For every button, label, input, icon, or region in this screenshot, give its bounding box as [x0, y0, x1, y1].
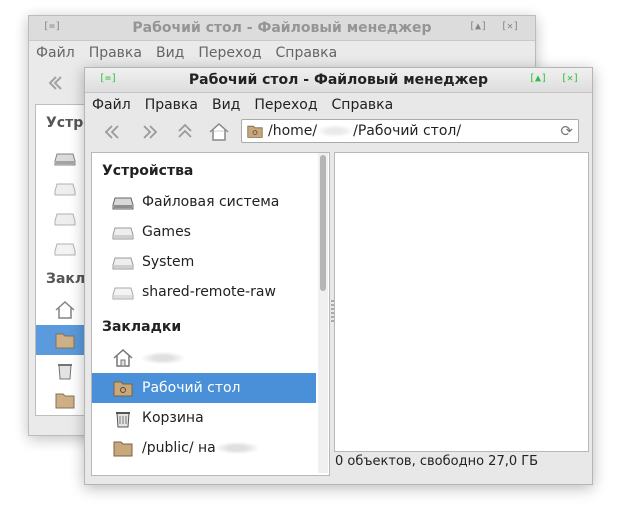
menu-help[interactable]: Справка: [269, 41, 345, 65]
menu-help[interactable]: Справка: [325, 93, 401, 117]
forward-button[interactable]: [135, 119, 163, 145]
menu-go[interactable]: Переход: [191, 41, 268, 65]
sidebar-item-label: /public/ на: [142, 433, 258, 463]
sidebar-item-trash[interactable]: Корзина: [92, 403, 316, 433]
back-arrow-icon: [104, 125, 119, 139]
close-button[interactable]: [✕]: [501, 20, 519, 34]
folder-icon: [55, 333, 75, 349]
drive-icon: [112, 287, 134, 300]
drive-icon: [54, 183, 76, 196]
sidebar-item-label: Файловая система: [142, 194, 280, 210]
folder-icon: [247, 125, 263, 138]
sidebar-item-label: System: [142, 254, 195, 270]
blurred-username: [142, 352, 184, 364]
window-title: Рабочий стол - Файловый менеджер: [188, 72, 489, 88]
menubar: Файл Правка Вид Переход Справка: [85, 93, 592, 117]
back-menubar: Файл Правка Вид Переход Справка: [29, 41, 535, 65]
folder-icon: [113, 381, 133, 397]
menu-edit[interactable]: Правка: [138, 93, 205, 117]
back-button[interactable]: [99, 119, 127, 145]
sidebar-item-games[interactable]: Games: [92, 217, 316, 247]
titlebar[interactable]: [=] Рабочий стол - Файловый менеджер [▲]…: [85, 68, 592, 93]
file-list-area[interactable]: [334, 152, 589, 452]
close-button[interactable]: [✕]: [561, 72, 579, 86]
file-manager-window[interactable]: [=] Рабочий стол - Файловый менеджер [▲]…: [84, 67, 593, 485]
folder-icon: [55, 393, 75, 409]
maximize-button[interactable]: [▲]: [469, 20, 487, 34]
scrollbar-thumb[interactable]: [320, 155, 326, 291]
sidebar-item-label: shared-remote-raw: [142, 284, 276, 300]
refresh-icon[interactable]: ⟳: [560, 122, 573, 140]
address-suffix: /Рабочий стол/: [353, 123, 462, 139]
drive-icon: [54, 153, 76, 166]
home-button[interactable]: [205, 119, 233, 145]
sidebar: Устройства Файловая система Games System…: [91, 152, 330, 476]
sidebar-item-desktop[interactable]: Рабочий стол: [92, 373, 316, 403]
sidebar-item-public[interactable]: /public/ на: [92, 433, 316, 463]
sidebar-item-label: Корзина: [142, 410, 204, 426]
sidebar-item-system[interactable]: System: [92, 247, 316, 277]
blurred-username: [317, 125, 354, 137]
trash-icon: [58, 364, 72, 380]
forward-arrow-icon: [143, 125, 158, 139]
back-window-title: Рабочий стол - Файловый менеджер: [132, 20, 432, 36]
sidebar-item-label: [142, 343, 184, 373]
toolbar: /home/ /Рабочий стол/ ⟳: [85, 118, 592, 148]
section-bookmarks-heading: Закладки: [102, 319, 182, 335]
sidebar-item-filesystem[interactable]: Файловая система: [92, 187, 316, 217]
address-bar[interactable]: /home/ /Рабочий стол/ ⟳: [241, 119, 579, 143]
trash-icon: [116, 412, 130, 428]
status-bar-text: 0 объектов, свободно 27,0 ГБ: [335, 454, 539, 469]
sidebar-item-label: Games: [142, 224, 191, 240]
drive-icon: [112, 227, 134, 240]
home-icon: [113, 348, 133, 367]
sidebar-item-label: Рабочий стол: [142, 380, 241, 396]
folder-icon: [113, 441, 133, 457]
back-titlebar[interactable]: [=] Рабочий стол - Файловый менеджер [▲]…: [29, 16, 535, 41]
up-arrow-icon: [178, 123, 192, 138]
drive-icon: [54, 213, 76, 226]
menu-file[interactable]: Файл: [85, 93, 138, 117]
back-arrow-icon[interactable]: [41, 70, 69, 96]
menu-view[interactable]: Вид: [205, 93, 247, 117]
menu-view[interactable]: Вид: [149, 41, 191, 65]
menu-edit[interactable]: Правка: [82, 41, 149, 65]
home-icon: [209, 122, 229, 141]
drive-icon: [112, 257, 134, 270]
maximize-button[interactable]: [▲]: [529, 72, 547, 86]
home-icon: [55, 300, 75, 319]
blurred-hostname: [215, 442, 258, 454]
drive-icon: [112, 197, 134, 210]
sidebar-scrollbar[interactable]: [318, 153, 328, 473]
menu-go[interactable]: Переход: [247, 93, 324, 117]
address-prefix: /home/: [268, 123, 318, 139]
menu-file[interactable]: Файл: [29, 41, 82, 65]
sidebar-item-shared-remote-raw[interactable]: shared-remote-raw: [92, 277, 316, 307]
address-path: /home/ /Рабочий стол/: [268, 123, 461, 139]
drive-icon: [54, 243, 76, 256]
sidebar-item-home[interactable]: [92, 343, 316, 373]
up-button[interactable]: [171, 119, 199, 145]
section-devices-heading: Устройства: [102, 163, 194, 179]
